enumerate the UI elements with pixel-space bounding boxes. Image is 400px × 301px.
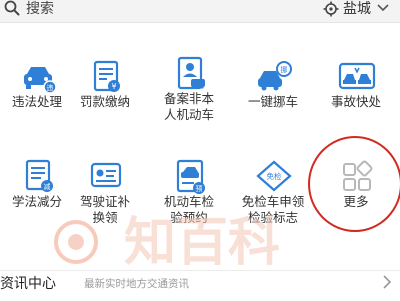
svg-text:预: 预 [196, 184, 203, 193]
fine-payment-icon: ¥ [93, 60, 120, 92]
grid-item-label: 罚款缴纳 [79, 94, 130, 109]
grid-item-label: 备案非本人机动车 [145, 91, 233, 123]
accident-icon [338, 62, 376, 90]
location-target-icon[interactable] [323, 1, 339, 17]
news-title: 资讯中心 [0, 276, 56, 292]
inspection-booking-icon: 预 [176, 159, 205, 194]
move-car-icon: 挪 [258, 61, 292, 91]
grid-item-fine[interactable]: ¥ 罚款缴纳 [65, 58, 145, 168]
svg-text:免检: 免检 [267, 171, 282, 181]
svg-text:挪: 挪 [281, 65, 288, 74]
grid-item-label: 一键挪车 [247, 94, 298, 109]
grid-item-registration[interactable]: 备案非本人机动车 [149, 55, 229, 165]
news-center-bar[interactable]: 资讯中心 最新实时地方交通资讯 [0, 270, 400, 301]
license-replace-icon [90, 162, 122, 188]
grid-item-label: 事故快处 [330, 94, 381, 109]
chevron-down-icon[interactable] [376, 2, 390, 14]
location-city[interactable]: 盐城 [343, 0, 371, 18]
search-icon [4, 0, 20, 16]
svg-text:知百科: 知百科 [124, 213, 280, 273]
search-bar[interactable]: 搜索 盐城 [0, 0, 400, 23]
svg-text:减: 减 [44, 182, 51, 191]
exempt-label-icon: 免检 [256, 160, 292, 192]
grid-item-move-car[interactable]: 挪 一键挪车 [233, 58, 313, 168]
grid-item-label-text: 备案非本人机动车 [163, 91, 214, 122]
vehicle-registration-icon [177, 56, 205, 90]
chevron-right-icon[interactable] [381, 274, 393, 290]
search-placeholder: 搜索 [26, 1, 54, 17]
svg-text:¥: ¥ [111, 82, 116, 91]
car-violation-icon: 违 [24, 67, 57, 94]
svg-text:违: 违 [47, 84, 54, 92]
study-points-icon: 减 [25, 159, 53, 192]
news-subtitle: 最新实时地方交通资讯 [84, 278, 189, 290]
watermark-logo: 知百科 [54, 213, 280, 273]
